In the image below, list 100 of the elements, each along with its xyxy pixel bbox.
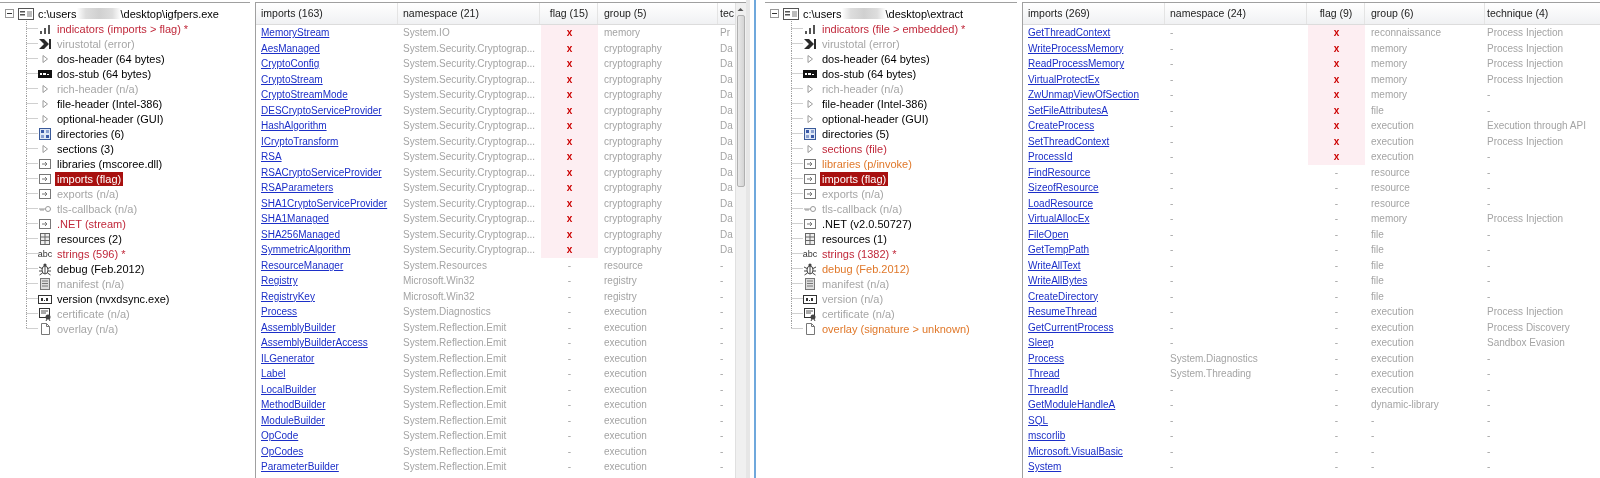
import-link[interactable]: GetModuleHandleA: [1023, 397, 1165, 413]
import-link[interactable]: SetThreadContext: [1023, 133, 1165, 149]
import-link[interactable]: VirtualProtectEx: [1023, 71, 1165, 87]
import-link[interactable]: WriteAllText: [1023, 257, 1165, 273]
import-link[interactable]: RegistryKey: [256, 288, 398, 304]
import-link[interactable]: MemoryStream: [256, 25, 398, 41]
import-link[interactable]: Process: [256, 304, 398, 320]
column-header[interactable]: flag (9): [1308, 3, 1365, 24]
tree-item[interactable]: imports (flag): [55, 171, 124, 186]
import-link[interactable]: RSAParameters: [256, 180, 398, 196]
import-link[interactable]: WriteAllBytes: [1023, 273, 1165, 289]
column-header[interactable]: group (5): [599, 3, 718, 24]
tree-item[interactable]: optional-header (GUI): [55, 111, 166, 126]
tree-item[interactable]: file-header (Intel-386): [820, 96, 930, 111]
import-link[interactable]: System: [1023, 459, 1165, 475]
import-link[interactable]: WriteProcessMemory: [1023, 40, 1165, 56]
tree-item[interactable]: dos-stub (64 bytes): [820, 66, 919, 81]
tree-item[interactable]: libraries (mscoree.dll): [55, 156, 165, 171]
import-link[interactable]: ILGenerator: [256, 350, 398, 366]
import-link[interactable]: SQL: [1023, 412, 1165, 428]
tree-item[interactable]: dos-stub (64 bytes): [55, 66, 154, 81]
table-cell-text: -: [1370, 444, 1376, 459]
tree-item[interactable]: .NET (v2.0.50727): [820, 216, 914, 231]
table-cell-text: dynamic-library: [1370, 398, 1440, 412]
import-link[interactable]: CryptoStream: [256, 71, 398, 87]
import-link[interactable]: CryptoStreamMode: [256, 87, 398, 103]
import-link[interactable]: ZwUnmapViewOfSection: [1023, 87, 1165, 103]
import-link[interactable]: ResumeThread: [1023, 304, 1165, 320]
import-link[interactable]: CreateDirectory: [1023, 288, 1165, 304]
import-link[interactable]: ParameterBuilder: [256, 459, 398, 475]
import-link[interactable]: GetTempPath: [1023, 242, 1165, 258]
tree-item[interactable]: imports (flag): [820, 171, 889, 186]
tree-item[interactable]: sections (file): [820, 141, 889, 156]
import-link[interactable]: HashAlgorithm: [256, 118, 398, 134]
tree-item[interactable]: sections (3): [55, 141, 116, 156]
import-link[interactable]: AssemblyBuilder: [256, 319, 398, 335]
column-header[interactable]: group (6): [1366, 3, 1485, 24]
import-link[interactable]: DESCryptoServiceProvider: [256, 102, 398, 118]
import-link[interactable]: ModuleBuilder: [256, 412, 398, 428]
column-header[interactable]: technique (4): [1485, 3, 1600, 24]
column-header[interactable]: imports (163): [256, 3, 398, 24]
import-link[interactable]: SHA1CryptoServiceProvider: [256, 195, 398, 211]
scrollbar[interactable]: [735, 3, 746, 478]
import-link[interactable]: LocalBuilder: [256, 381, 398, 397]
import-link[interactable]: OpCodes: [256, 443, 398, 459]
column-header[interactable]: namespace (24): [1165, 3, 1307, 24]
import-link[interactable]: Process: [1023, 350, 1165, 366]
import-link[interactable]: AesManaged: [256, 40, 398, 56]
import-link[interactable]: Label: [256, 366, 398, 382]
import-link[interactable]: Thread: [1023, 366, 1165, 382]
scroll-thumb[interactable]: [737, 15, 745, 187]
tree-item[interactable]: version (nvxdsync.exe): [55, 291, 172, 306]
tree-item[interactable]: strings (1382) *: [820, 246, 899, 261]
import-link[interactable]: GetCurrentProcess: [1023, 319, 1165, 335]
tree-item[interactable]: .NET (stream): [55, 216, 128, 231]
import-link[interactable]: Registry: [256, 273, 398, 289]
column-header[interactable]: tec: [718, 3, 735, 24]
import-link[interactable]: ProcessId: [1023, 149, 1165, 165]
import-link[interactable]: SymmetricAlgorithm: [256, 242, 398, 258]
import-link[interactable]: SHA256Managed: [256, 226, 398, 242]
import-link[interactable]: AssemblyBuilderAccess: [256, 335, 398, 351]
import-link[interactable]: OpCode: [256, 428, 398, 444]
import-link[interactable]: FileOpen: [1023, 226, 1165, 242]
import-link[interactable]: SetFileAttributesA: [1023, 102, 1165, 118]
import-link[interactable]: SizeofResource: [1023, 180, 1165, 196]
import-link[interactable]: ICryptoTransform: [256, 133, 398, 149]
tree-item[interactable]: directories (5): [820, 126, 892, 141]
tree-item[interactable]: indicators (file > embedded) *: [820, 21, 968, 36]
import-link[interactable]: LoadResource: [1023, 195, 1165, 211]
import-link[interactable]: FindResource: [1023, 164, 1165, 180]
tree-item[interactable]: resources (2): [55, 231, 124, 246]
collapse-icon[interactable]: [5, 9, 14, 18]
import-link[interactable]: ResourceManager: [256, 257, 398, 273]
tree-item[interactable]: file-header (Intel-386): [55, 96, 165, 111]
import-link[interactable]: RSACryptoServiceProvider: [256, 164, 398, 180]
column-header[interactable]: namespace (21): [398, 3, 540, 24]
import-link[interactable]: Microsoft.VisualBasic: [1023, 443, 1165, 459]
import-link[interactable]: VirtualAllocEx: [1023, 211, 1165, 227]
import-link[interactable]: MethodBuilder: [256, 397, 398, 413]
tree-item[interactable]: strings (596) *: [55, 246, 128, 261]
import-link[interactable]: Sleep: [1023, 335, 1165, 351]
import-link[interactable]: SHA1Managed: [256, 211, 398, 227]
tree-item[interactable]: dos-header (64 bytes): [820, 51, 932, 66]
tree-item[interactable]: indicators (imports > flag) *: [55, 21, 191, 36]
import-link[interactable]: ThreadId: [1023, 381, 1165, 397]
import-link[interactable]: GetThreadContext: [1023, 25, 1165, 41]
column-header[interactable]: flag (15): [541, 3, 598, 24]
tree-connector: [791, 201, 803, 216]
tree-item[interactable]: resources (1): [820, 231, 889, 246]
import-link[interactable]: mscorlib: [1023, 428, 1165, 444]
import-link[interactable]: CryptoConfig: [256, 56, 398, 72]
import-link[interactable]: ReadProcessMemory: [1023, 56, 1165, 72]
column-header[interactable]: imports (269): [1023, 3, 1165, 24]
tree-item[interactable]: directories (6): [55, 126, 127, 141]
tree-item[interactable]: dos-header (64 bytes): [55, 51, 167, 66]
import-link[interactable]: RSA: [256, 149, 398, 165]
collapse-icon[interactable]: [770, 9, 779, 18]
import-link[interactable]: CreateProcess: [1023, 118, 1165, 134]
tree-item[interactable]: optional-header (GUI): [820, 111, 931, 126]
tree-item[interactable]: debug (Feb.2012): [55, 261, 147, 276]
